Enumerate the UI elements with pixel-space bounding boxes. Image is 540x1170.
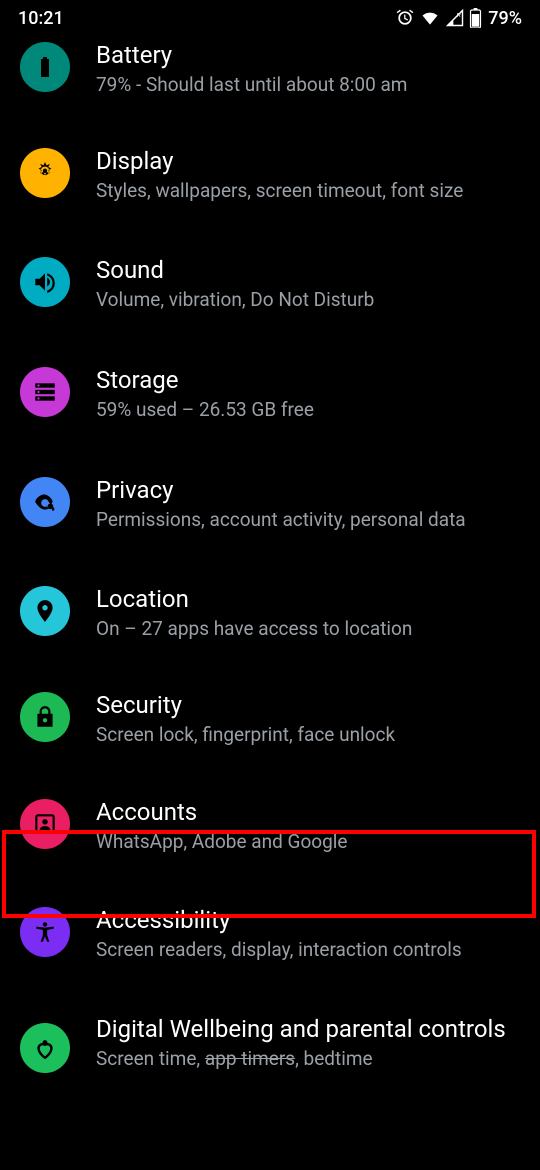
item-title: Digital Wellbeing and parental controls: [96, 1014, 520, 1044]
item-subtitle: WhatsApp, Adobe and Google: [96, 829, 520, 855]
settings-item-sound[interactable]: Sound Volume, vibration, Do Not Disturb: [0, 225, 540, 335]
item-subtitle: On – 27 apps have access to location: [96, 616, 520, 642]
item-title: Privacy: [96, 475, 520, 505]
item-subtitle: Screen time, app timers, bedtime: [96, 1046, 520, 1072]
item-title: Storage: [96, 365, 520, 395]
item-subtitle: Styles, wallpapers, screen timeout, font…: [96, 178, 520, 204]
wellbeing-icon: [20, 1023, 70, 1073]
status-bar: 10:21 R 79%: [0, 0, 540, 32]
item-subtitle: Volume, vibration, Do Not Disturb: [96, 287, 520, 313]
settings-list[interactable]: Battery 79% - Should last until about 8:…: [0, 32, 540, 1095]
battery-icon: [20, 42, 70, 92]
sound-icon: [20, 257, 70, 307]
item-subtitle: Permissions, account activity, personal …: [96, 507, 520, 533]
signal-icon: R: [445, 8, 465, 28]
item-title: Battery: [96, 40, 520, 70]
alarm-icon: [395, 8, 415, 28]
item-title: Location: [96, 584, 520, 614]
storage-icon: [20, 367, 70, 417]
status-icons: R 79%: [395, 8, 522, 29]
item-title: Display: [96, 146, 520, 176]
settings-item-security[interactable]: Security Screen lock, fingerprint, face …: [0, 664, 540, 770]
accounts-icon: [20, 799, 70, 849]
settings-item-display[interactable]: Display Styles, wallpapers, screen timeo…: [0, 112, 540, 226]
location-icon: [20, 586, 70, 636]
item-title: Accessibility: [96, 905, 520, 935]
item-title: Security: [96, 690, 520, 720]
item-title: Accounts: [96, 797, 520, 827]
item-subtitle: 79% - Should last until about 8:00 am: [96, 72, 520, 98]
security-icon: [20, 692, 70, 742]
settings-item-wellbeing[interactable]: Digital Wellbeing and parental controls …: [0, 985, 540, 1095]
battery-icon: [469, 8, 482, 28]
settings-item-battery[interactable]: Battery 79% - Should last until about 8:…: [0, 32, 540, 112]
battery-percent: 79%: [488, 8, 522, 29]
privacy-icon: [20, 477, 70, 527]
accessibility-icon: [20, 907, 70, 957]
settings-item-storage[interactable]: Storage 59% used – 26.53 GB free: [0, 335, 540, 445]
settings-item-accounts[interactable]: Accounts WhatsApp, Adobe and Google: [0, 769, 540, 877]
display-icon: [20, 148, 70, 198]
svg-text:R: R: [457, 13, 461, 19]
item-subtitle: Screen lock, fingerprint, face unlock: [96, 722, 520, 748]
item-subtitle: Screen readers, display, interaction con…: [96, 937, 520, 963]
item-subtitle: 59% used – 26.53 GB free: [96, 397, 520, 423]
settings-item-accessibility[interactable]: Accessibility Screen readers, display, i…: [0, 877, 540, 985]
item-title: Sound: [96, 255, 520, 285]
settings-item-privacy[interactable]: Privacy Permissions, account activity, p…: [0, 445, 540, 555]
wifi-icon: [419, 8, 441, 28]
settings-item-location[interactable]: Location On – 27 apps have access to loc…: [0, 554, 540, 664]
status-time: 10:21: [18, 8, 64, 29]
